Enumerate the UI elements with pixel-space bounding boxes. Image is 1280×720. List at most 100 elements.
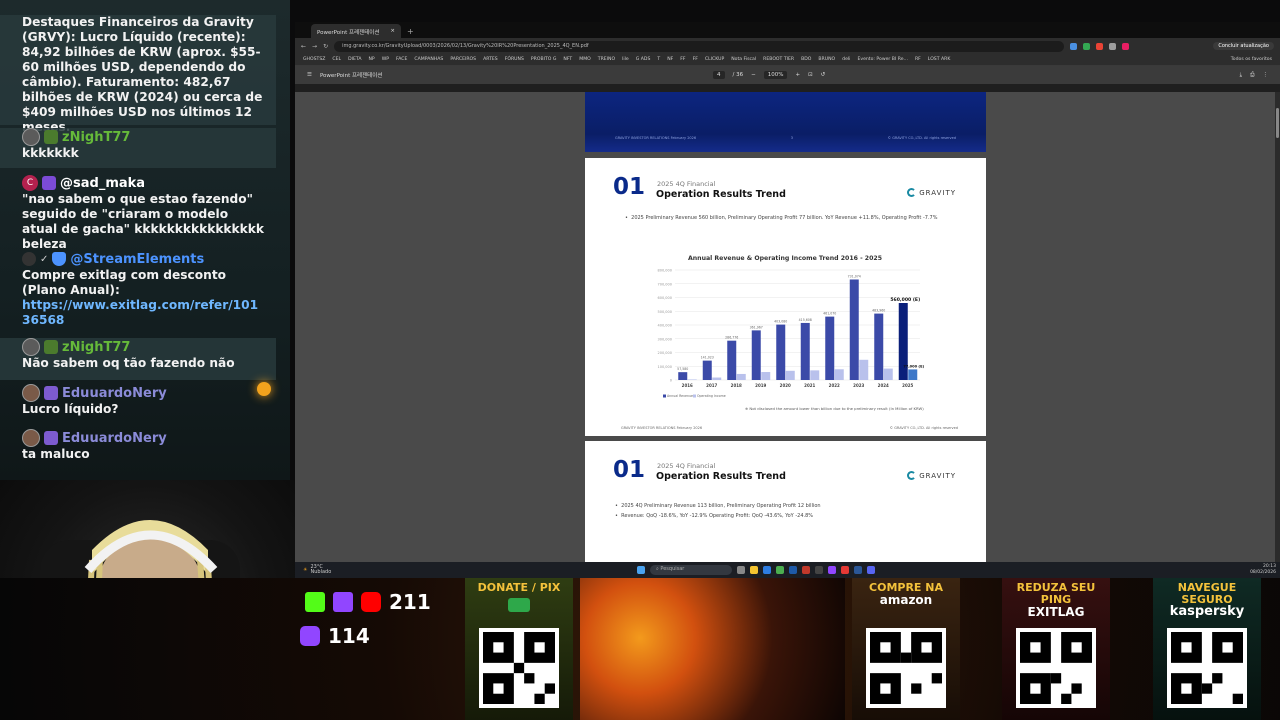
rotate-icon[interactable]: ↺	[821, 72, 826, 78]
taskbar-apps: ⌕ Pesquisar	[637, 565, 875, 575]
bookmark-item[interactable]: FF	[693, 57, 698, 62]
bookmark-item[interactable]: NF	[667, 57, 673, 62]
extension-icon[interactable]	[1083, 42, 1091, 50]
bookmark-item[interactable]: WP	[382, 57, 389, 62]
download-icon[interactable]: ⤓	[1240, 72, 1242, 79]
app-icon[interactable]	[854, 566, 862, 574]
x-tick-label: 2018	[731, 383, 742, 388]
file-explorer-icon[interactable]	[750, 566, 758, 574]
bookmark-item[interactable]: lile	[622, 57, 629, 62]
fit-page-icon[interactable]: ⊡	[808, 72, 813, 78]
bookmark-item[interactable]: CAMPANHAS	[414, 57, 443, 62]
extension-icon[interactable]	[1096, 42, 1104, 50]
exitlag-card[interactable]: REDUZA SEU PING EXITLAG	[1002, 578, 1110, 720]
bookmark-item[interactable]: ARTES	[483, 57, 498, 62]
browser-tab[interactable]: PowerPoint 프레젠테이션 ×	[311, 24, 401, 38]
app-icon[interactable]	[841, 566, 849, 574]
revenue-data-label: 361,967	[750, 325, 763, 329]
chat-link[interactable]: https://www.exitlag.com/refer/10136568	[22, 298, 266, 328]
avatar	[22, 252, 36, 266]
taskbar-search[interactable]: ⌕ Pesquisar	[650, 565, 732, 575]
print-icon[interactable]: ⎙	[1250, 72, 1254, 79]
revenue-data-label: 560,000 (E)	[890, 297, 920, 303]
verified-check-icon: ✓	[40, 253, 49, 265]
chat-user-row: C @sad_maka	[22, 174, 266, 192]
viewer-count: 211	[389, 590, 431, 614]
weather-widget[interactable]: 23°C Nublado	[310, 565, 331, 575]
zoom-out-icon[interactable]: −	[751, 72, 756, 78]
zoom-level[interactable]: 100%	[763, 71, 788, 79]
pdf-viewer[interactable]: GRAVITY INVESTOR RELATIONS February 2026…	[295, 92, 1275, 562]
bookmark-item[interactable]: T	[657, 57, 660, 62]
chat-user-row: ✓ @StreamElements	[22, 250, 266, 268]
bookmark-item[interactable]: Evento: Power BI Re...	[857, 57, 908, 62]
app-icon[interactable]	[802, 566, 810, 574]
qr-code	[479, 628, 559, 708]
weather-icon[interactable]: ☀	[303, 567, 307, 573]
legend-label-operating-income: Operating Income	[697, 394, 726, 398]
app-icon[interactable]	[789, 566, 797, 574]
bookmark-item[interactable]: BDO	[801, 57, 811, 62]
url-field[interactable]: img.gravity.co.kr/GravityUpload/0003/202…	[334, 40, 1065, 52]
app-icon[interactable]	[815, 566, 823, 574]
bookmark-item[interactable]: PROBITO G	[531, 57, 557, 62]
bookmark-item[interactable]: G ADS	[636, 57, 651, 62]
all-bookmarks-link[interactable]: Todos os favoritos	[1231, 57, 1272, 62]
bookmark-item[interactable]: NFT	[563, 57, 572, 62]
bookmark-item[interactable]: CLICKUP	[705, 57, 724, 62]
pdf-scrollbar[interactable]	[1275, 92, 1280, 562]
slide-number: 01	[613, 457, 646, 483]
page-number-input[interactable]: 4	[713, 71, 725, 79]
bookmark-item[interactable]: PARCEIROS	[450, 57, 476, 62]
taskbar-clock[interactable]: 20:13 08/02/2026	[1250, 564, 1276, 576]
chrome-icon[interactable]	[776, 566, 784, 574]
extension-icon[interactable]	[1109, 42, 1117, 50]
kaspersky-card[interactable]: NAVEGUE SEGURO kaspersky	[1153, 578, 1261, 720]
slide-bullet: • 2025 4Q Preliminary Revenue 113 billio…	[615, 503, 821, 509]
bookmark-item[interactable]: GHOSTSZ	[303, 57, 325, 62]
zoom-in-icon[interactable]: +	[795, 72, 800, 78]
extension-icon[interactable]	[1070, 42, 1078, 50]
address-bar-row: ← → ↻ img.gravity.co.kr/GravityUpload/00…	[295, 38, 1280, 54]
x-tick-label: 2016	[682, 383, 693, 388]
app-icon[interactable]	[867, 566, 875, 574]
menu-icon[interactable]: ☰	[307, 72, 312, 78]
bookmark-item[interactable]: BRUNO	[818, 57, 835, 62]
bookmark-item[interactable]: FACE	[396, 57, 407, 62]
pdf-scroll-thumb[interactable]	[1276, 108, 1279, 138]
donate-card[interactable]: DONATE / PIX	[465, 578, 573, 720]
chat-user-row: zNighT77	[22, 338, 266, 356]
bookmark-item[interactable]: REBOOT TIER	[763, 57, 794, 62]
bookmark-item[interactable]: deli	[842, 57, 850, 62]
footer-page: 3	[790, 136, 793, 140]
shield-icon	[52, 252, 67, 266]
start-icon[interactable]	[637, 566, 645, 574]
operating-income-bar	[687, 379, 697, 380]
chat-message-text: Lucro líquido?	[22, 402, 119, 416]
update-button[interactable]: Concluir atualização	[1213, 42, 1274, 50]
extension-icon[interactable]	[1122, 42, 1130, 50]
tab-close-icon[interactable]: ×	[390, 28, 395, 34]
bookmark-item[interactable]: Nota Fiscal	[731, 57, 756, 62]
bookmark-item[interactable]: TREINO	[598, 57, 615, 62]
edge-icon[interactable]	[763, 566, 771, 574]
bookmark-item[interactable]: NP	[368, 57, 374, 62]
amazon-card[interactable]: COMPRE NA amazon	[852, 578, 960, 720]
more-options-icon[interactable]: ⋮	[1263, 72, 1269, 78]
bookmark-item[interactable]: CEL	[332, 57, 341, 62]
bookmark-item[interactable]: DIETA	[348, 57, 361, 62]
bookmark-item[interactable]: MMO	[579, 57, 591, 62]
bookmark-item[interactable]: LOST ARK	[928, 57, 951, 62]
bookmark-item[interactable]: FÓRUNS	[505, 57, 524, 62]
chat-message-text: Não sabem oq tão fazendo não	[22, 356, 235, 370]
app-icon[interactable]	[828, 566, 836, 574]
forward-icon[interactable]: →	[312, 43, 317, 50]
new-tab-icon[interactable]: +	[401, 25, 420, 38]
chat-message: Destaques Financeiros da Gravity (GRVY):…	[0, 15, 276, 134]
task-view-icon[interactable]	[737, 566, 745, 574]
back-icon[interactable]: ←	[301, 43, 306, 50]
reload-icon[interactable]: ↻	[323, 43, 328, 50]
bookmark-item[interactable]: FF	[680, 57, 685, 62]
bookmark-item[interactable]: RF	[915, 57, 921, 62]
operating-income-data-label: 77,000 (E)	[903, 364, 924, 368]
